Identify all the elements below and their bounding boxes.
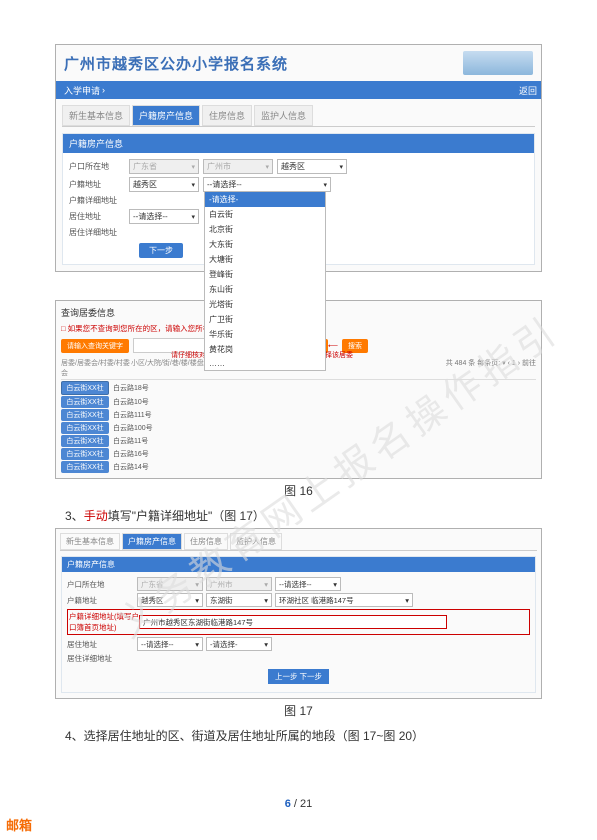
sel[interactable]: 广东省▾ xyxy=(137,577,203,591)
dropdown-option[interactable]: 光塔街 xyxy=(205,297,325,312)
list-item-button[interactable]: 白云街XX社 xyxy=(61,461,109,473)
dropdown-option[interactable]: 黄花岗 xyxy=(205,342,325,357)
sel[interactable]: -请选择-▾ xyxy=(206,637,272,651)
screenshot-17: 新生基本信息 户籍房产信息 住房信息 监护人信息 户籍房产信息 户口所在地 广东… xyxy=(55,528,542,699)
label-detail: 户籍详细地址 xyxy=(69,195,129,206)
arrow-icon: ⟵ xyxy=(328,342,338,350)
prev-next-button[interactable]: 上一步 下一步 xyxy=(268,669,329,684)
tab-hukou-info[interactable]: 户籍房产信息 xyxy=(132,105,200,126)
caption-16: 图 16 xyxy=(55,482,542,499)
sel-street[interactable]: 东湖街▾ xyxy=(206,593,272,607)
dropdown-option[interactable]: 华乐街 xyxy=(205,327,325,342)
sel[interactable]: --请选择--▾ xyxy=(137,637,203,651)
label-detail: 户籍详细地址(填写户口簿首页地址) xyxy=(69,611,139,633)
dropdown-option[interactable]: 东山街 xyxy=(205,282,325,297)
select-dist[interactable]: 越秀区▾ xyxy=(277,159,347,174)
dropdown-option[interactable]: 广卫街 xyxy=(205,312,325,327)
paragraph-4: 4、选择居住地址的区、街道及居住地址所属的地段（图 17~图 20） xyxy=(65,727,542,744)
dropdown-option[interactable]: 登峰街 xyxy=(205,267,325,282)
keyword-button[interactable]: 请输入查询关键字 xyxy=(61,339,129,353)
page-number: 6 / 21 xyxy=(0,798,597,810)
dropdown-list: -请选择- 白云街 北京街 大东街 大塘街 登峰街 东山街 光塔街 广卫街 华乐… xyxy=(204,191,326,371)
dropdown-option[interactable]: 大东街 xyxy=(205,237,325,252)
dropdown-option[interactable]: …… xyxy=(205,357,325,370)
dropdown-option[interactable]: 大塘街 xyxy=(205,252,325,267)
list-item-addr: 白云路18号 xyxy=(113,383,149,393)
label-livedetail: 居住详细地址 xyxy=(69,227,129,238)
sel-juwei[interactable]: 环湖社区 临港路147号▾ xyxy=(275,593,413,607)
next-button[interactable]: 下一步 xyxy=(139,243,183,258)
section-heading: 户籍房产信息 xyxy=(62,557,535,572)
tab-housing-info[interactable]: 住房信息 xyxy=(202,105,252,126)
paragraph-3: 3、手动填写"户籍详细地址"（图 17） xyxy=(65,507,542,524)
label-live: 居住地址 xyxy=(67,639,137,650)
tab-guardian-info[interactable]: 监护人信息 xyxy=(254,105,313,126)
chevron-down-icon: ▾ xyxy=(191,163,195,171)
list-item-addr: 白云路14号 xyxy=(113,462,149,472)
tab-guardian-info[interactable]: 监护人信息 xyxy=(230,533,282,550)
doc-title: 广州市越秀区公办小学报名系统 xyxy=(64,53,288,74)
nav-item-apply[interactable]: 入学申请 xyxy=(64,84,100,97)
detail-address-input[interactable] xyxy=(139,615,447,629)
label-addr: 户籍地址 xyxy=(67,595,137,606)
list-item-button[interactable]: 白云街XX社 xyxy=(61,435,109,447)
banner-graphic xyxy=(463,51,533,75)
tab-hukou-info[interactable]: 户籍房产信息 xyxy=(122,533,182,550)
label-loc: 户口所在地 xyxy=(67,579,137,590)
dropdown-option[interactable]: 北京街 xyxy=(205,222,325,237)
list-item-button[interactable]: 白云街XX社 xyxy=(61,422,109,434)
select-choose[interactable]: --请选择--▾ xyxy=(129,209,199,224)
list-item-addr: 白云路10号 xyxy=(113,397,149,407)
label-addr: 户籍地址 xyxy=(69,179,129,190)
footer-tag: 邮箱 xyxy=(6,815,32,834)
col-juwei: 居委/居委会/村委/村委会 xyxy=(61,358,131,378)
sel-dist[interactable]: 越秀区▾ xyxy=(137,593,203,607)
list-item-button[interactable]: 白云街XX社 xyxy=(61,396,109,408)
tab-basic-info[interactable]: 新生基本信息 xyxy=(62,105,130,126)
select-juwei-open[interactable]: --请选择--▾ -请选择- 白云街 北京街 大东街 大塘街 登峰街 东山街 光… xyxy=(203,177,331,192)
list-item-addr: 白云路100号 xyxy=(113,423,153,433)
sel[interactable]: 广州市▾ xyxy=(206,577,272,591)
list-item-addr: 白云路111号 xyxy=(113,410,152,420)
label-live: 居住地址 xyxy=(69,211,129,222)
section-heading: 户籍房产信息 xyxy=(63,134,534,153)
select-prov[interactable]: 广东省▾ xyxy=(129,159,199,174)
screenshot-15: 广州市越秀区公办小学报名系统 入学申请 › 返回 新生基本信息 户籍房产信息 住… xyxy=(55,44,542,272)
caption-17: 图 17 xyxy=(55,702,542,719)
select-city[interactable]: 广州市▾ xyxy=(203,159,273,174)
label-loc: 户口所在地 xyxy=(69,161,129,172)
list-item-button[interactable]: 白云街XX社 xyxy=(61,448,109,460)
list-item-button[interactable]: 白云街XX社 xyxy=(61,381,109,395)
select-street[interactable]: 越秀区▾ xyxy=(129,177,199,192)
dropdown-option[interactable]: 白云街 xyxy=(205,207,325,222)
sel[interactable]: --请选择--▾ xyxy=(275,577,341,591)
list-item-addr: 白云路16号 xyxy=(113,449,149,459)
pager[interactable]: 共 484 条 每条页: ▾ ‹ 1 › 前往 xyxy=(446,358,536,378)
label-livedetail: 居住详细地址 xyxy=(67,653,137,664)
dropdown-option[interactable]: -请选择- xyxy=(205,192,325,207)
list-item-addr: 白云路11号 xyxy=(113,436,148,446)
nav-return[interactable]: 返回 xyxy=(519,84,537,97)
tab-housing-info[interactable]: 住房信息 xyxy=(184,533,228,550)
tab-basic-info[interactable]: 新生基本信息 xyxy=(60,533,120,550)
list-item-button[interactable]: 白云街XX社 xyxy=(61,409,109,421)
